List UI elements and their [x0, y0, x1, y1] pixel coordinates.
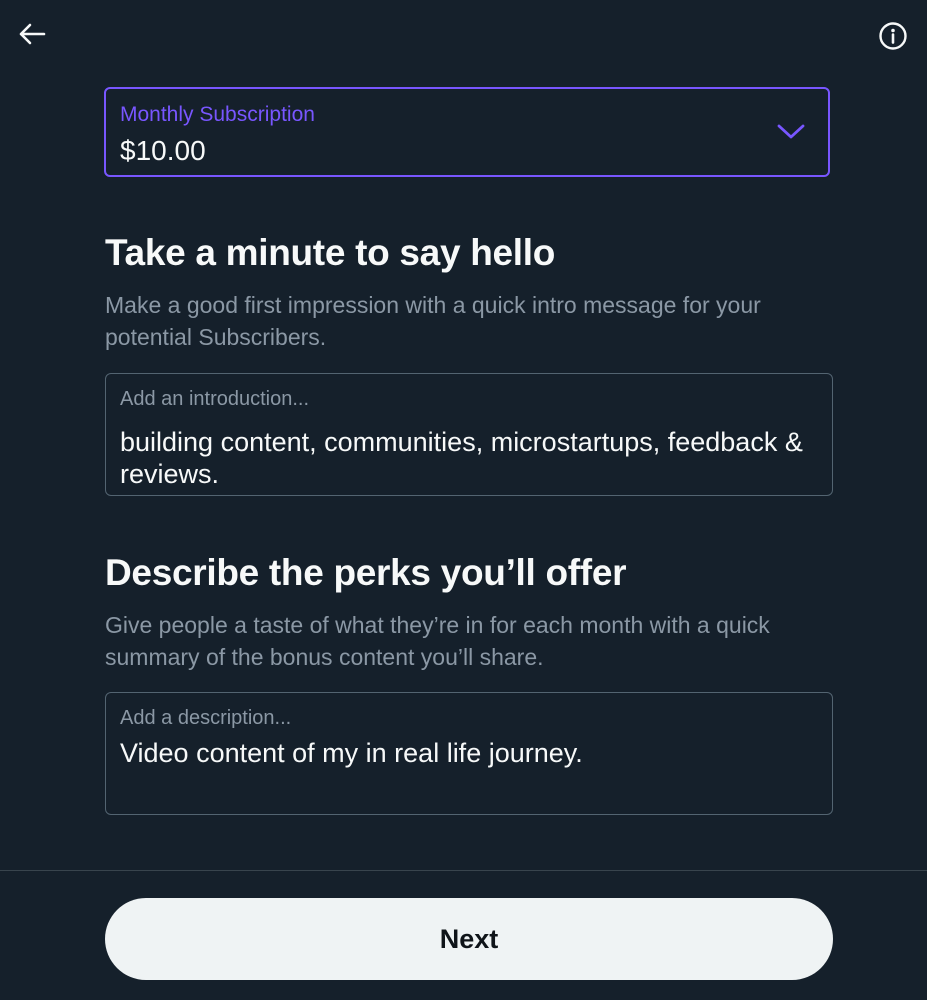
perks-description-textarea[interactable]: Add a description... Video content of my… [105, 692, 833, 815]
intro-section-title: Take a minute to say hello [105, 232, 556, 273]
subscription-price-select[interactable]: Monthly Subscription $10.00 [104, 87, 830, 177]
back-arrow-icon[interactable] [16, 18, 48, 50]
footer-divider [0, 870, 927, 871]
info-circle-icon[interactable] [877, 20, 909, 52]
subscription-setup-page: Monthly Subscription $10.00 Take a minut… [0, 0, 927, 1000]
subscription-select-label: Monthly Subscription [120, 103, 315, 126]
intro-section-description: Make a good first impression with a quic… [105, 292, 761, 350]
introduction-field-label: Add an introduction... [120, 388, 310, 410]
chevron-down-icon [776, 121, 806, 143]
perks-field-value: Video content of my in real life journey… [120, 738, 583, 768]
perks-field-label: Add a description... [120, 707, 292, 729]
subscription-select-value: $10.00 [120, 135, 206, 166]
perks-section-title: Describe the perks you’ll offer [105, 552, 627, 593]
perks-section-description: Give people a taste of what they’re in f… [105, 612, 770, 670]
introduction-textarea[interactable]: Add an introduction... building content,… [105, 373, 833, 496]
next-button[interactable]: Next [105, 898, 833, 980]
introduction-field-value: building content, communities, microstar… [120, 427, 803, 489]
